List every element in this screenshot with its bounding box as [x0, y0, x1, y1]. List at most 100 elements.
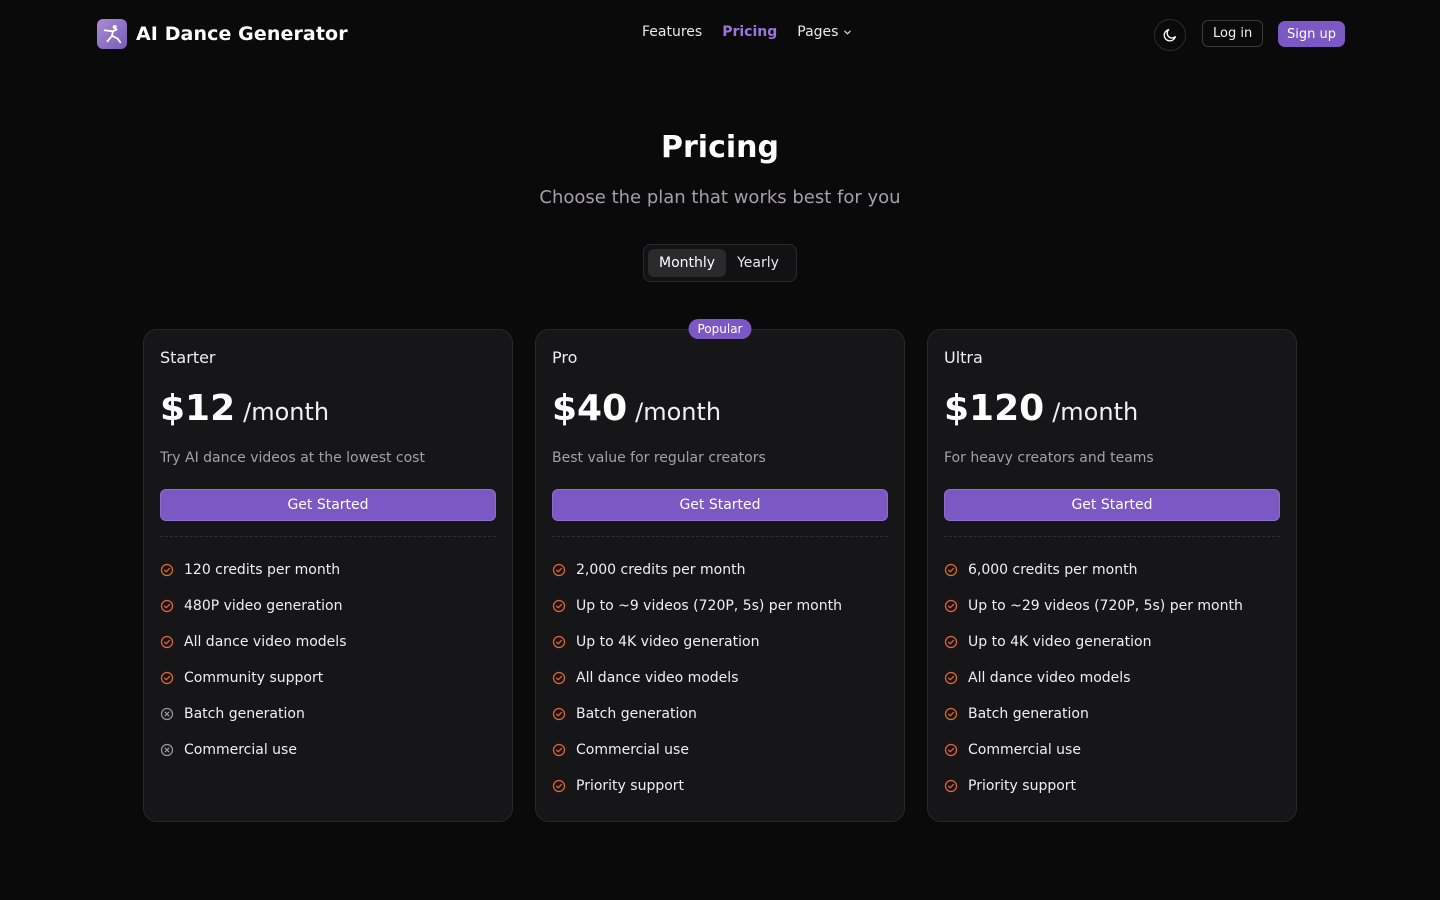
- login-button[interactable]: Log in: [1202, 20, 1264, 47]
- feature-item: Up to 4K video generation: [944, 624, 1243, 660]
- toggle-yearly[interactable]: Yearly: [726, 249, 790, 277]
- feature-text: All dance video models: [576, 670, 739, 686]
- feature-text: Batch generation: [968, 706, 1089, 722]
- feature-text: Commercial use: [968, 742, 1081, 758]
- feature-text: 6,000 credits per month: [968, 562, 1138, 578]
- check-circle-icon: [944, 707, 968, 721]
- plan-period: /month: [635, 398, 722, 426]
- toggle-monthly[interactable]: Monthly: [648, 249, 727, 277]
- plan-name: Starter: [160, 348, 216, 367]
- x-circle-icon: [160, 743, 184, 757]
- chevron-down-icon: [844, 30, 852, 35]
- check-circle-icon: [552, 779, 576, 793]
- check-circle-icon: [552, 563, 576, 577]
- plan-name: Pro: [552, 348, 578, 367]
- brand[interactable]: AI Dance Generator: [97, 19, 348, 49]
- billing-period-toggle: Monthly Yearly: [643, 244, 797, 282]
- popular-badge: Popular: [688, 319, 752, 339]
- feature-list: 120 credits per month 480P video generati…: [160, 552, 346, 768]
- feature-text: 480P video generation: [184, 598, 343, 614]
- get-started-button[interactable]: Get Started: [552, 489, 888, 521]
- plan-card-ultra: Ultra $120/month For heavy creators and te…: [927, 329, 1297, 822]
- feature-item: Up to ~9 videos (720P, 5s) per month: [552, 588, 842, 624]
- plan-name: Ultra: [944, 348, 983, 367]
- check-circle-icon: [552, 743, 576, 757]
- feature-item: Commercial use: [160, 732, 346, 768]
- feature-item: Commercial use: [944, 732, 1243, 768]
- page-title: Pricing: [661, 130, 779, 165]
- nav-links: Features Pricing Pages: [642, 24, 872, 40]
- feature-item: 6,000 credits per month: [944, 552, 1243, 588]
- page-subtitle: Choose the plan that works best for you: [539, 187, 901, 208]
- check-circle-icon: [944, 779, 968, 793]
- feature-text: Batch generation: [576, 706, 697, 722]
- nav-link-pages[interactable]: Pages: [797, 24, 852, 40]
- feature-item: Batch generation: [552, 696, 842, 732]
- brand-name: AI Dance Generator: [136, 23, 348, 45]
- plan-card-pro: Popular Pro $40/month Best value for regula…: [535, 319, 905, 822]
- feature-item: Community support: [160, 660, 346, 696]
- plan-price: $40: [552, 388, 628, 429]
- feature-item: 120 credits per month: [160, 552, 346, 588]
- divider: [552, 536, 888, 537]
- feature-item: All dance video models: [552, 660, 842, 696]
- feature-item: Priority support: [944, 768, 1243, 804]
- feature-text: All dance video models: [968, 670, 1131, 686]
- feature-text: 2,000 credits per month: [576, 562, 746, 578]
- theme-toggle-button[interactable]: [1154, 19, 1186, 51]
- feature-item: Up to 4K video generation: [552, 624, 842, 660]
- price-row: $120/month: [944, 388, 1138, 429]
- feature-text: Up to ~29 videos (720P, 5s) per month: [968, 598, 1243, 614]
- feature-item: Batch generation: [944, 696, 1243, 732]
- divider: [160, 536, 496, 537]
- plan-price: $120: [944, 388, 1045, 429]
- check-circle-icon: [160, 635, 184, 649]
- feature-item: All dance video models: [944, 660, 1243, 696]
- moon-icon: [1163, 29, 1176, 42]
- divider: [944, 536, 1280, 537]
- plan-description: Try AI dance videos at the lowest cost: [160, 450, 425, 466]
- feature-text: Commercial use: [576, 742, 689, 758]
- check-circle-icon: [160, 563, 184, 577]
- feature-item: 2,000 credits per month: [552, 552, 842, 588]
- check-circle-icon: [552, 707, 576, 721]
- plan-price: $12: [160, 388, 236, 429]
- plan-period: /month: [243, 398, 330, 426]
- plan-description: Best value for regular creators: [552, 450, 766, 466]
- feature-item: All dance video models: [160, 624, 346, 660]
- feature-text: Up to 4K video generation: [576, 634, 760, 650]
- feature-text: Priority support: [576, 778, 685, 794]
- check-circle-icon: [944, 635, 968, 649]
- feature-item: 480P video generation: [160, 588, 346, 624]
- get-started-button[interactable]: Get Started: [944, 489, 1280, 521]
- plan-period: /month: [1052, 398, 1139, 426]
- check-circle-icon: [552, 599, 576, 613]
- plan-description: For heavy creators and teams: [944, 450, 1154, 466]
- feature-list: 6,000 credits per month Up to ~29 videos …: [944, 552, 1243, 804]
- feature-text: All dance video models: [184, 634, 347, 650]
- feature-text: Batch generation: [184, 706, 305, 722]
- feature-list: 2,000 credits per month Up to ~9 videos (…: [552, 552, 842, 804]
- feature-text: Community support: [184, 670, 324, 686]
- feature-text: Up to ~9 videos (720P, 5s) per month: [576, 598, 842, 614]
- feature-text: Commercial use: [184, 742, 297, 758]
- check-circle-icon: [944, 743, 968, 757]
- feature-text: Priority support: [968, 778, 1077, 794]
- nav-link-pricing[interactable]: Pricing: [722, 24, 777, 40]
- get-started-button[interactable]: Get Started: [160, 489, 496, 521]
- feature-item: Priority support: [552, 768, 842, 804]
- feature-item: Up to ~29 videos (720P, 5s) per month: [944, 588, 1243, 624]
- plan-card-starter: Starter $12/month Try AI dance videos at t…: [143, 329, 513, 822]
- check-circle-icon: [944, 671, 968, 685]
- check-circle-icon: [160, 671, 184, 685]
- nav-link-pages-label: Pages: [797, 24, 839, 40]
- check-circle-icon: [944, 563, 968, 577]
- feature-text: Up to 4K video generation: [968, 634, 1152, 650]
- feature-item: Batch generation: [160, 696, 346, 732]
- nav-link-features[interactable]: Features: [642, 24, 702, 40]
- price-row: $40/month: [552, 388, 721, 429]
- feature-text: 120 credits per month: [184, 562, 341, 578]
- x-circle-icon: [160, 707, 184, 721]
- top-nav: AI Dance Generator Features Pricing Page…: [0, 0, 1440, 68]
- signup-button[interactable]: Sign up: [1278, 21, 1345, 47]
